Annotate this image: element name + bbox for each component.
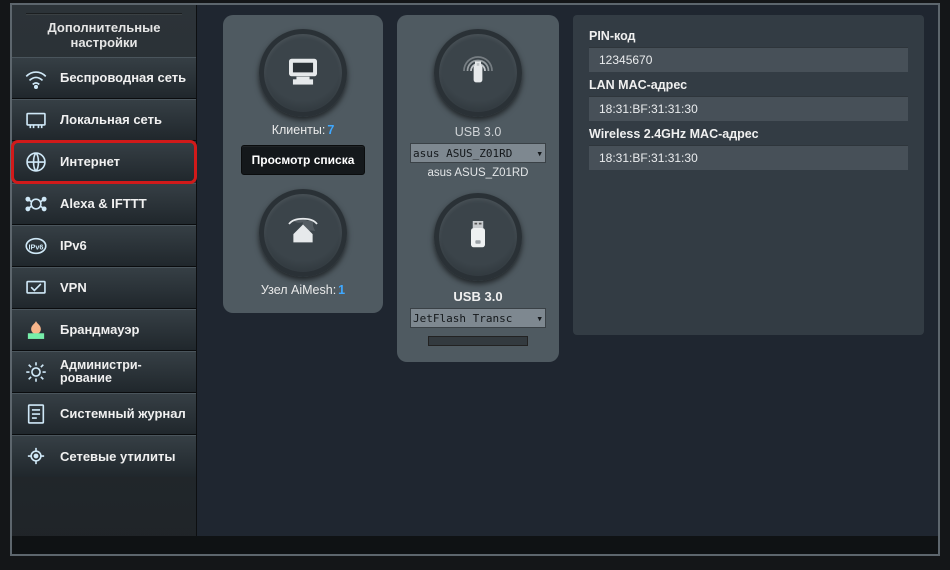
wlan-mac-value: 18:31:BF:31:31:30 — [589, 145, 908, 170]
usb2-port-label: USB 3.0 — [453, 289, 502, 304]
usb2-usage-bar — [428, 336, 528, 346]
firewall-icon — [22, 316, 50, 344]
aimesh-icon — [282, 210, 324, 257]
lan-mac-value: 18:31:BF:31:31:30 — [589, 96, 908, 121]
sidebar-item-system-log[interactable]: Системный журнал — [12, 393, 196, 435]
main-panel: Клиенты:7 Просмотр списка Узел AiMesh:1 — [197, 5, 938, 554]
sidebar-item-label: VPN — [60, 280, 87, 295]
usb1-port-label: USB 3.0 — [455, 125, 502, 139]
usb1-device-select[interactable]: asus ASUS_Z01RD▾ — [410, 143, 546, 163]
sidebar-item-firewall[interactable]: Брандмауэр — [12, 309, 196, 351]
sidebar-item-label: Брандмауэр — [60, 322, 139, 337]
smart-assistant-icon — [22, 190, 50, 218]
sidebar-item-label: IPv6 — [60, 238, 87, 253]
wlan-mac-label: Wireless 2.4GHz MAC-адрес — [589, 127, 908, 141]
sidebar-section-title: Дополнительные настройки — [12, 21, 196, 51]
usb-drive-icon — [457, 214, 499, 261]
sidebar-item-ipv6[interactable]: IPv6 IPv6 — [12, 225, 196, 267]
sidebar-item-label: Локальная сеть — [60, 112, 162, 127]
chevron-down-icon: ▾ — [536, 312, 543, 325]
aimesh-count-label: Узел AiMesh:1 — [261, 283, 345, 297]
svg-text:IPv6: IPv6 — [28, 242, 43, 251]
ipv6-icon: IPv6 — [22, 232, 50, 260]
sidebar-item-network-tools[interactable]: Сетевые утилиты — [12, 435, 196, 477]
sidebar-item-administration[interactable]: Администри­рование — [12, 351, 196, 393]
sidebar-item-label: Alexa & IFTTT — [60, 196, 147, 211]
chevron-down-icon: ▾ — [536, 147, 543, 160]
usb-wireless-icon — [457, 50, 499, 97]
sidebar-item-internet[interactable]: Интернет — [12, 141, 196, 183]
usb1-icon-circle[interactable] — [434, 29, 522, 117]
clients-icon-circle[interactable] — [259, 29, 347, 117]
tools-icon — [22, 442, 50, 470]
sidebar-item-label: Интернет — [60, 154, 120, 169]
app-frame: Дополнительные настройки Беспроводная се… — [10, 3, 940, 556]
aimesh-icon-circle[interactable] — [259, 189, 347, 277]
ethernet-icon — [22, 106, 50, 134]
vpn-icon — [22, 274, 50, 302]
sidebar-divider — [26, 13, 182, 15]
wifi-icon — [22, 64, 50, 92]
lan-mac-label: LAN MAC-адрес — [589, 78, 908, 92]
sidebar-item-label: Системный журнал — [60, 406, 186, 421]
sidebar-item-alexa-ifttt[interactable]: Alexa & IFTTT — [12, 183, 196, 225]
monitor-icon — [282, 50, 324, 97]
log-icon — [22, 400, 50, 428]
clients-aimesh-card: Клиенты:7 Просмотр списка Узел AiMesh:1 — [223, 15, 383, 313]
sidebar-item-label: Сетевые утилиты — [60, 449, 175, 464]
usb2-device-select[interactable]: JetFlash Transc▾ — [410, 308, 546, 328]
globe-icon — [22, 148, 50, 176]
admin-icon — [22, 358, 50, 386]
pin-code-label: PIN-код — [589, 29, 908, 43]
sidebar-item-wireless[interactable]: Беспроводная сеть — [12, 57, 196, 99]
sidebar-item-label: Администри­рование — [60, 359, 188, 385]
usb-devices-card: USB 3.0 asus ASUS_Z01RD▾ asus ASUS_Z01RD… — [397, 15, 559, 362]
usb2-icon-circle[interactable] — [434, 193, 522, 281]
sidebar-item-label: Беспроводная сеть — [60, 70, 186, 85]
settings-sidebar: Дополнительные настройки Беспроводная се… — [12, 5, 197, 554]
usb1-device-readout: asus ASUS_Z01RD — [428, 167, 529, 179]
footer-bar — [12, 536, 938, 554]
system-info-panel: PIN-код 12345670 LAN MAC-адрес 18:31:BF:… — [573, 15, 924, 335]
sidebar-item-vpn[interactable]: VPN — [12, 267, 196, 309]
pin-code-value: 12345670 — [589, 47, 908, 72]
view-list-button[interactable]: Просмотр списка — [241, 145, 366, 175]
sidebar-item-lan[interactable]: Локальная сеть — [12, 99, 196, 141]
clients-count-label: Клиенты:7 — [272, 123, 335, 137]
